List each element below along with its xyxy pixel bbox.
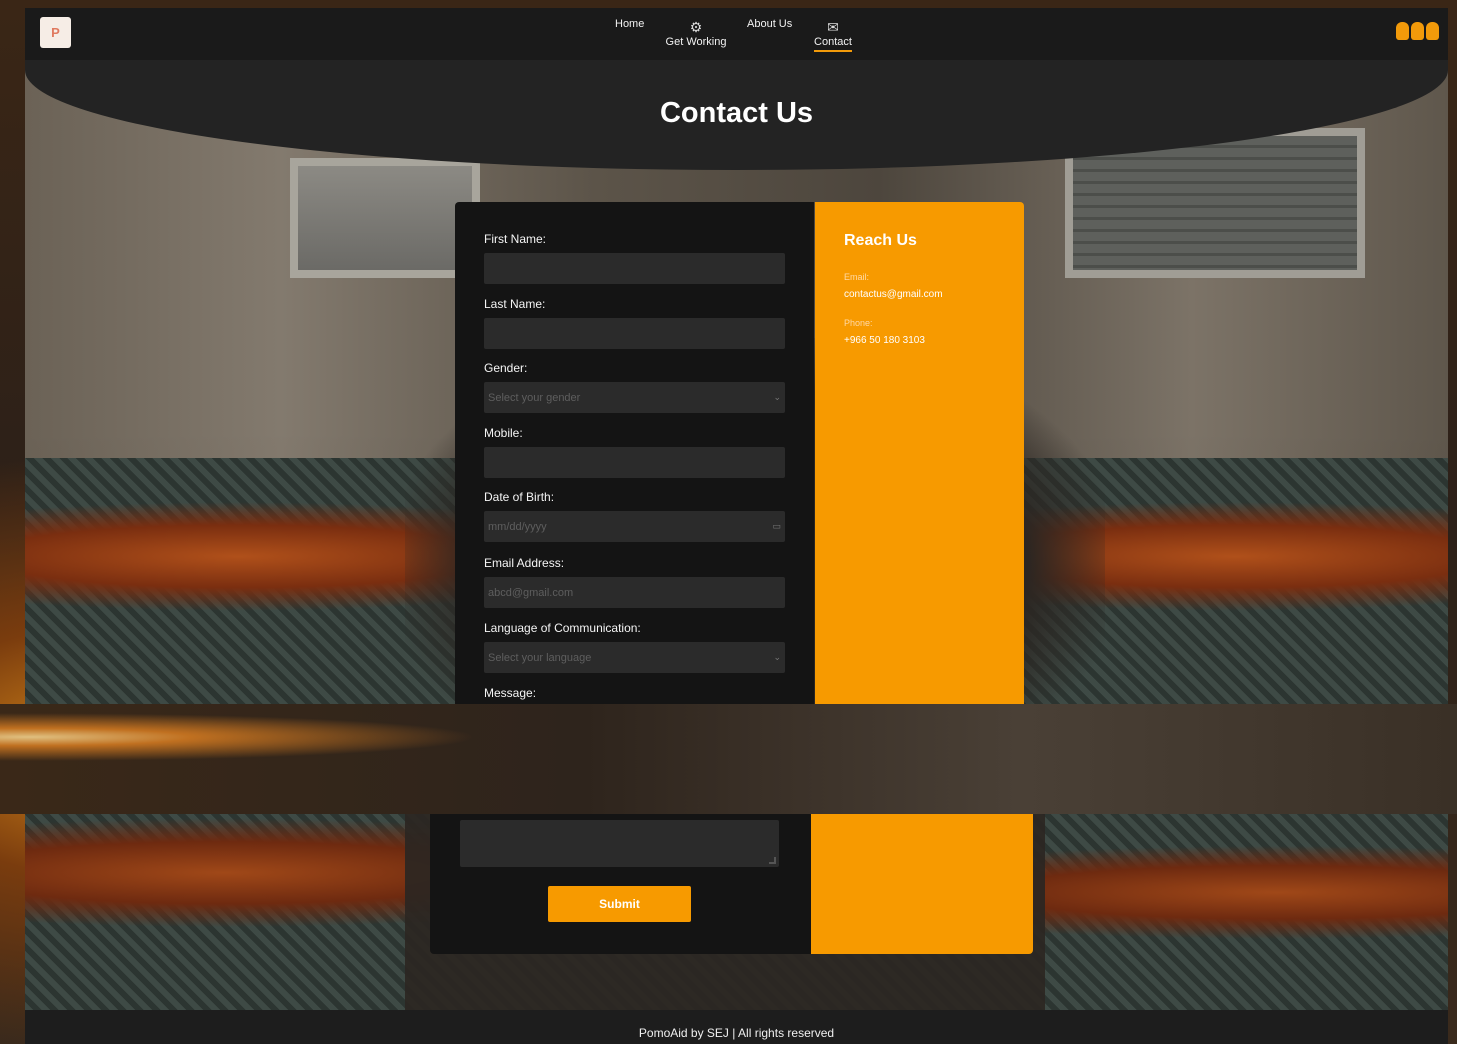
reach-email-value[interactable]: contactus@gmail.com bbox=[844, 289, 995, 300]
nav-about-us-label: About Us bbox=[747, 18, 793, 30]
message-textarea[interactable] bbox=[460, 820, 779, 867]
submit-button[interactable]: Submit bbox=[548, 886, 691, 922]
email-label: Email Address: bbox=[484, 556, 565, 570]
reach-us-title: Reach Us bbox=[844, 232, 917, 249]
dob-placeholder: mm/dd/yyyy bbox=[488, 520, 547, 533]
email-input-field[interactable] bbox=[488, 586, 781, 599]
reach-phone-label: Phone: bbox=[844, 318, 873, 328]
nav-get-working-label: Get Working bbox=[665, 36, 727, 48]
chevron-down-icon: ⌄ bbox=[773, 652, 781, 662]
mobile-label: Mobile: bbox=[484, 426, 523, 440]
background-band bbox=[0, 704, 1457, 814]
first-name-group: First Name: bbox=[484, 232, 785, 284]
nav-get-working[interactable]: ⚙ Get Working bbox=[665, 20, 727, 48]
nav-contact[interactable]: ✉ Contact bbox=[813, 19, 853, 52]
nav-contact-label: Contact bbox=[814, 36, 852, 52]
message-group: Message: bbox=[484, 686, 536, 707]
dob-group: Date of Birth: mm/dd/yyyy ▭ bbox=[484, 490, 785, 542]
reach-phone-value[interactable]: +966 50 180 3103 bbox=[844, 335, 995, 346]
nav-home[interactable]: Home bbox=[615, 18, 644, 30]
background-window-left bbox=[290, 158, 480, 278]
user-menu-icon[interactable] bbox=[1396, 22, 1439, 40]
language-label: Language of Communication: bbox=[484, 621, 641, 635]
reach-us-card-bottom bbox=[811, 814, 1033, 954]
pill-icon bbox=[1396, 22, 1409, 40]
last-name-group: Last Name: bbox=[484, 297, 785, 349]
last-name-input[interactable] bbox=[484, 318, 785, 349]
footer-text: PomoAid by SEJ | All rights reserved bbox=[638, 1026, 835, 1040]
last-name-label: Last Name: bbox=[484, 297, 546, 311]
pill-icon bbox=[1411, 22, 1424, 40]
gender-select[interactable]: Select your gender ⌄ bbox=[484, 382, 785, 413]
envelope-icon: ✉ bbox=[827, 19, 839, 35]
mobile-group: Mobile: bbox=[484, 426, 785, 478]
gender-group: Gender: Select your gender ⌄ bbox=[484, 361, 785, 413]
reach-email-label: Email: bbox=[844, 272, 870, 282]
nav-about-us[interactable]: About Us bbox=[747, 18, 792, 30]
pill-icon bbox=[1426, 22, 1439, 40]
dob-label: Date of Birth: bbox=[484, 490, 555, 504]
chevron-down-icon: ⌄ bbox=[773, 392, 781, 402]
gender-select-value: Select your gender bbox=[488, 391, 581, 404]
contact-form-bottom: Submit bbox=[430, 814, 811, 954]
language-select[interactable]: Select your language ⌄ bbox=[484, 642, 785, 673]
footer: PomoAid by SEJ | All rights reserved bbox=[25, 1010, 1448, 1044]
nav-home-label: Home bbox=[615, 18, 645, 30]
first-name-label: First Name: bbox=[484, 232, 547, 246]
page-title: Contact Us bbox=[659, 97, 814, 129]
reach-us-card: Reach Us Email: contactus@gmail.com Phon… bbox=[815, 202, 1024, 704]
gender-label: Gender: bbox=[484, 361, 528, 375]
resize-handle-icon[interactable] bbox=[769, 857, 776, 864]
dob-input[interactable]: mm/dd/yyyy ▭ bbox=[484, 511, 785, 542]
language-group: Language of Communication: Select your l… bbox=[484, 621, 785, 673]
gear-icon: ⚙ bbox=[689, 19, 703, 35]
email-group: Email Address: bbox=[484, 556, 785, 608]
calendar-icon[interactable]: ▭ bbox=[772, 521, 781, 532]
language-select-value: Select your language bbox=[488, 651, 592, 664]
navbar: P Home ⚙ Get Working About Us ✉ Contact bbox=[25, 8, 1448, 60]
logo[interactable]: P bbox=[40, 17, 71, 48]
email-input[interactable] bbox=[484, 577, 785, 608]
contact-form: First Name: Last Name: Gender: Select yo… bbox=[455, 202, 814, 704]
message-label: Message: bbox=[484, 686, 537, 700]
first-name-input[interactable] bbox=[484, 253, 785, 284]
mobile-input[interactable] bbox=[484, 447, 785, 478]
